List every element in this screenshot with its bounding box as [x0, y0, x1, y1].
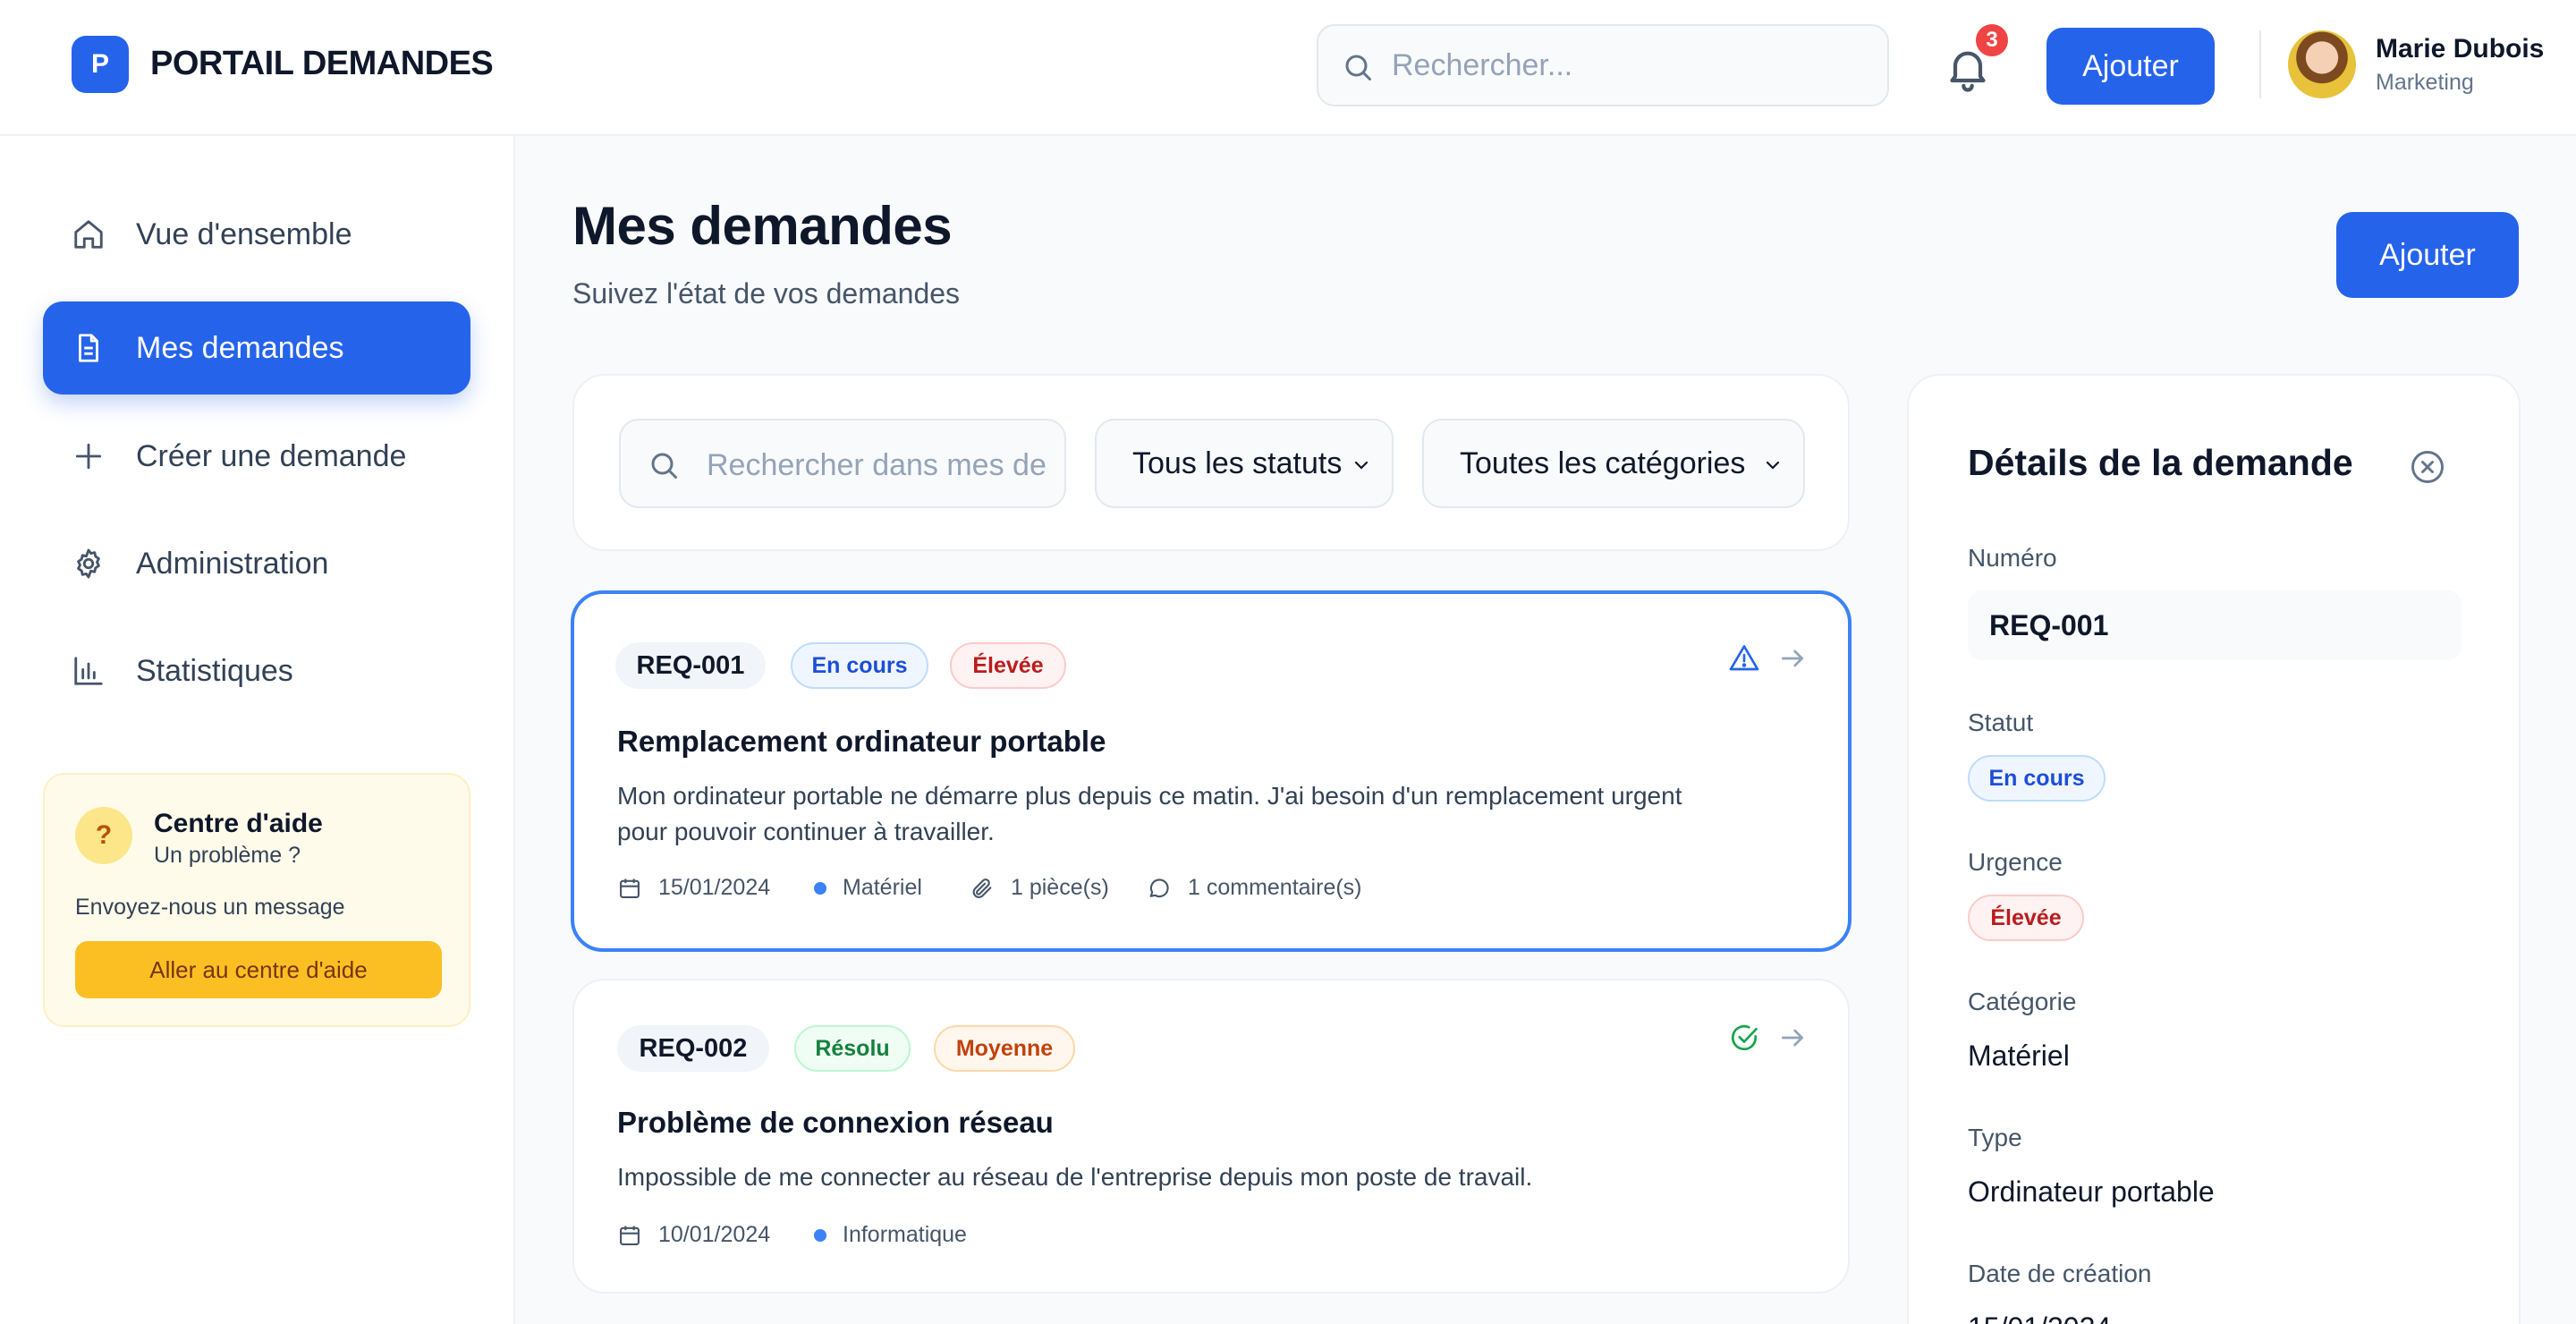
warning-triangle-icon [1729, 645, 1759, 671]
sidebar-item-overview[interactable]: Vue d'ensemble [43, 188, 470, 281]
filter-bar: Tous les statuts Toutes les catégories [572, 374, 1850, 551]
request-search[interactable] [619, 419, 1066, 508]
details-urgency-label: Urgence [1968, 848, 2063, 876]
category-filter-select[interactable]: Toutes les catégories [1422, 419, 1805, 508]
help-subtitle: Un problème ? [154, 843, 301, 868]
comment-icon [1149, 878, 1169, 897]
request-date: 15/01/2024 [617, 875, 770, 901]
request-comments: 1 commentaire(s) [1147, 875, 1362, 901]
request-card-req-001[interactable]: REQ-001 En cours Élevée Remplacement ord… [571, 590, 1852, 952]
calendar-icon [620, 1226, 640, 1245]
sidebar-item-statistics[interactable]: Statistiques [43, 624, 470, 717]
sidebar-item-administration[interactable]: Administration [43, 517, 470, 610]
request-attachments: 1 pièce(s) [970, 875, 1109, 901]
urgency-badge: Élevée [950, 642, 1066, 689]
request-date-value: 15/01/2024 [658, 875, 771, 900]
details-type-label: Type [1968, 1124, 2022, 1151]
status-filter-value: Tous les statuts [1132, 446, 1343, 480]
category-filter-value: Toutes les catégories [1460, 446, 1746, 480]
user-name: Marie Dubois [2376, 34, 2545, 64]
notification-count-badge: 3 [1973, 21, 2011, 59]
details-created-value: 15/01/2024 [1968, 1311, 2111, 1324]
request-title: Remplacement ordinateur portable [617, 725, 1106, 758]
bar-chart-icon [74, 657, 103, 685]
help-center-button[interactable]: Aller au centre d'aide [75, 941, 442, 998]
paperclip-icon [972, 878, 992, 898]
details-number-value: REQ-001 [1968, 590, 2462, 660]
sidebar-item-label: Vue d'ensemble [136, 216, 352, 251]
details-type-value: Ordinateur portable [1968, 1175, 2215, 1208]
details-status-label: Statut [1968, 709, 2034, 736]
details-status-badge: En cours [1968, 755, 2106, 802]
category-dot [814, 881, 826, 895]
request-category: Informatique [814, 1222, 967, 1248]
details-category-value: Matériel [1968, 1040, 2070, 1072]
global-search[interactable] [1317, 24, 1889, 106]
search-icon [1345, 55, 1371, 81]
request-comments-value: 1 commentaire(s) [1188, 875, 1362, 900]
status-filter-select[interactable]: Tous les statuts [1095, 419, 1394, 508]
close-circle-icon[interactable] [2408, 447, 2447, 487]
arrow-right-icon[interactable] [1778, 644, 1807, 673]
plus-icon [75, 443, 102, 470]
sidebar-item-create-request[interactable]: Créer une demande [43, 410, 470, 503]
gear-icon [77, 548, 100, 579]
help-text: Envoyez-nous un message [75, 895, 345, 920]
logo-badge[interactable]: P [72, 36, 129, 93]
request-id-badge: REQ-002 [617, 1025, 769, 1072]
details-number-label: Numéro [1968, 544, 2057, 572]
calendar-icon [620, 878, 640, 898]
request-details-panel: Détails de la demande Numéro REQ-001 Sta… [1907, 374, 2521, 1324]
request-description: Impossible de me connecter au réseau de … [617, 1163, 1533, 1191]
request-search-input[interactable] [707, 438, 1046, 492]
request-category-value: Matériel [843, 875, 922, 900]
request-date: 10/01/2024 [617, 1222, 770, 1248]
chevron-down-icon [1354, 461, 1368, 470]
global-search-input[interactable] [1392, 38, 1866, 92]
request-attachments-value: 1 pièce(s) [1011, 875, 1109, 900]
sidebar: Vue d'ensemble Mes demandes Créer une de… [0, 136, 515, 1324]
page-title: Mes demandes [572, 196, 953, 256]
status-badge: Résolu [794, 1025, 911, 1072]
page-subtitle: Suivez l'état de vos demandes [572, 277, 961, 310]
help-title: Centre d'aide [154, 809, 323, 838]
top-bar: P PORTAIL DEMANDES 3 Ajouter Marie Duboi… [0, 0, 2576, 136]
status-badge: En cours [791, 642, 928, 689]
avatar[interactable] [2288, 30, 2356, 98]
urgency-badge: Moyenne [934, 1025, 1075, 1072]
arrow-right-icon[interactable] [1778, 1023, 1807, 1052]
details-title: Détails de la demande [1968, 442, 2353, 483]
request-id-badge: REQ-001 [615, 642, 766, 689]
request-category: Matériel [814, 875, 922, 901]
header-divider [2259, 30, 2261, 98]
document-icon [79, 334, 98, 362]
details-category-label: Catégorie [1968, 988, 2077, 1015]
sidebar-item-label: Mes demandes [136, 330, 344, 365]
details-created-label: Date de création [1968, 1260, 2152, 1287]
app-title: PORTAIL DEMANDES [150, 45, 494, 82]
request-card-req-002[interactable]: REQ-002 Résolu Moyenne Problème de conne… [572, 979, 1850, 1294]
add-request-button[interactable]: Ajouter [2336, 212, 2519, 298]
sidebar-item-label: Créer une demande [136, 438, 407, 473]
sidebar-item-my-requests[interactable]: Mes demandes [43, 301, 470, 395]
sidebar-item-label: Administration [136, 546, 329, 581]
header-add-button[interactable]: Ajouter [2046, 28, 2215, 105]
details-urgency-badge: Élevée [1968, 895, 2084, 941]
sidebar-item-label: Statistiques [136, 653, 293, 688]
check-circle-icon [1731, 1024, 1758, 1050]
search-icon [651, 453, 677, 479]
request-date-value: 10/01/2024 [658, 1222, 771, 1247]
home-icon [74, 220, 103, 249]
help-center-card: ? Centre d'aide Un problème ? Envoyez-no… [43, 773, 470, 1027]
request-description: Mon ordinateur portable ne démarre plus … [617, 782, 1682, 845]
chevron-down-icon [1766, 461, 1780, 470]
request-title: Problème de connexion réseau [617, 1106, 1054, 1139]
request-category-value: Informatique [843, 1222, 967, 1247]
help-question-icon: ? [75, 807, 132, 864]
category-dot [814, 1228, 826, 1242]
user-role: Marketing [2376, 70, 2474, 95]
